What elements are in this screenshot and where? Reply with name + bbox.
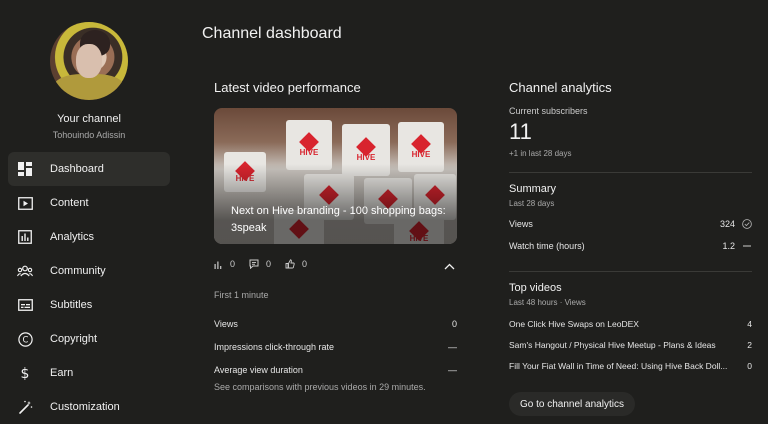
- summary-row: Watch time (hours) 1.2: [509, 235, 752, 257]
- thumbs-up-icon: [285, 259, 295, 269]
- subscribers-label: Current subscribers: [509, 106, 588, 116]
- channel-analytics-card: Channel analytics Current subscribers 11…: [509, 80, 752, 376]
- channel-analytics-title: Channel analytics: [509, 80, 612, 95]
- sidebar-item-label: Subtitles: [50, 299, 93, 311]
- sidebar-item-subtitles[interactable]: Subtitles: [8, 288, 170, 322]
- latest-video-card: Latest video performance HIVE HIVE HIVE …: [214, 80, 457, 392]
- top-videos-period: Last 48 hours · Views: [509, 298, 586, 307]
- earn-icon: $: [17, 365, 33, 381]
- likes-count: 0: [302, 259, 308, 269]
- video-metrics: Views 0 Impressions click-through rate —…: [214, 312, 457, 381]
- metric-row: Impressions click-through rate —: [214, 341, 457, 352]
- sidebar-item-community[interactable]: Community: [8, 254, 170, 288]
- sidebar-item-label: Earn: [50, 367, 74, 379]
- divider: [509, 172, 752, 173]
- sidebar-item-content[interactable]: Content: [8, 186, 170, 220]
- sidebar-item-label: Copyright: [50, 333, 98, 345]
- video-stats-row: 0 0 0: [214, 244, 457, 284]
- period-label: First 1 minute: [214, 290, 269, 300]
- video-title[interactable]: Next on Hive branding - 100 shopping bag…: [231, 203, 451, 237]
- chevron-up-icon: [444, 263, 455, 270]
- summary-rows: Views 324 Watch time (hours) 1.2: [509, 213, 752, 257]
- collapse-button[interactable]: [444, 257, 455, 275]
- comparison-note: See comparisons with previous videos in …: [214, 382, 426, 392]
- list-item[interactable]: One Click Hive Swaps on LeoDEX 4: [509, 313, 752, 334]
- check-circle-icon: [742, 219, 752, 229]
- comment-icon: [249, 259, 259, 269]
- summary-period: Last 28 days: [509, 199, 555, 208]
- bar-chart-icon: [214, 261, 222, 269]
- divider: [509, 271, 752, 272]
- views-count: 0: [230, 259, 236, 269]
- top-videos-title: Top videos: [509, 282, 562, 294]
- summary-title: Summary: [509, 183, 557, 195]
- sidebar-item-copyright[interactable]: C Copyright: [8, 322, 170, 356]
- community-icon: [17, 263, 33, 279]
- latest-video-title: Latest video performance: [214, 80, 361, 95]
- sidebar-item-label: Content: [50, 197, 89, 209]
- summary-row: Views 324: [509, 213, 752, 235]
- list-item[interactable]: Sam's Hangout / Physical Hive Meetup - P…: [509, 334, 752, 355]
- go-to-channel-analytics-button[interactable]: Go to channel analytics: [509, 392, 635, 416]
- sidebar-item-earn[interactable]: $ Earn: [8, 356, 170, 390]
- sidebar-item-label: Community: [50, 265, 106, 277]
- comments-stat: 0: [249, 259, 271, 269]
- sidebar-item-dashboard[interactable]: Dashboard: [8, 152, 170, 186]
- sidebar-item-analytics[interactable]: Analytics: [8, 220, 170, 254]
- metric-row: Average view duration —: [214, 364, 457, 375]
- metric-row: Views 0: [214, 318, 457, 329]
- subscribers-change: +1 in last 28 days: [509, 149, 572, 158]
- channel-title[interactable]: Your channel: [0, 113, 178, 125]
- list-item[interactable]: Fill Your Fiat Wall in Time of Need: Usi…: [509, 355, 752, 376]
- analytics-icon: [17, 229, 33, 245]
- dashboard-icon: [17, 161, 33, 177]
- comments-count: 0: [266, 259, 272, 269]
- page-title: Channel dashboard: [202, 25, 342, 42]
- content-icon: [17, 195, 33, 211]
- dash-icon: [742, 241, 752, 251]
- sidebar-item-label: Analytics: [50, 231, 95, 243]
- subtitles-icon: [17, 297, 33, 313]
- customization-icon: [17, 399, 33, 415]
- sidebar: Your channel Tohouindo Adissin Dashboard…: [0, 0, 178, 424]
- sidebar-item-label: Customization: [50, 401, 120, 413]
- channel-avatar[interactable]: [50, 22, 128, 100]
- subscribers-count: 11: [509, 119, 532, 144]
- video-thumbnail[interactable]: HIVE HIVE HIVE HIVE HIVE Next on Hive br…: [214, 108, 457, 244]
- top-videos-list: One Click Hive Swaps on LeoDEX 4 Sam's H…: [509, 313, 752, 376]
- copyright-icon: C: [17, 331, 33, 347]
- svg-text:$: $: [21, 366, 30, 381]
- sidebar-item-customization[interactable]: Customization: [8, 390, 170, 424]
- likes-stat: 0: [285, 259, 307, 269]
- svg-text:C: C: [22, 335, 28, 345]
- sidebar-item-label: Dashboard: [50, 163, 104, 175]
- sidebar-nav: Dashboard Content Analytics Community Su…: [8, 152, 170, 424]
- channel-handle: Tohouindo Adissin: [52, 130, 126, 140]
- views-stat: 0: [214, 259, 235, 269]
